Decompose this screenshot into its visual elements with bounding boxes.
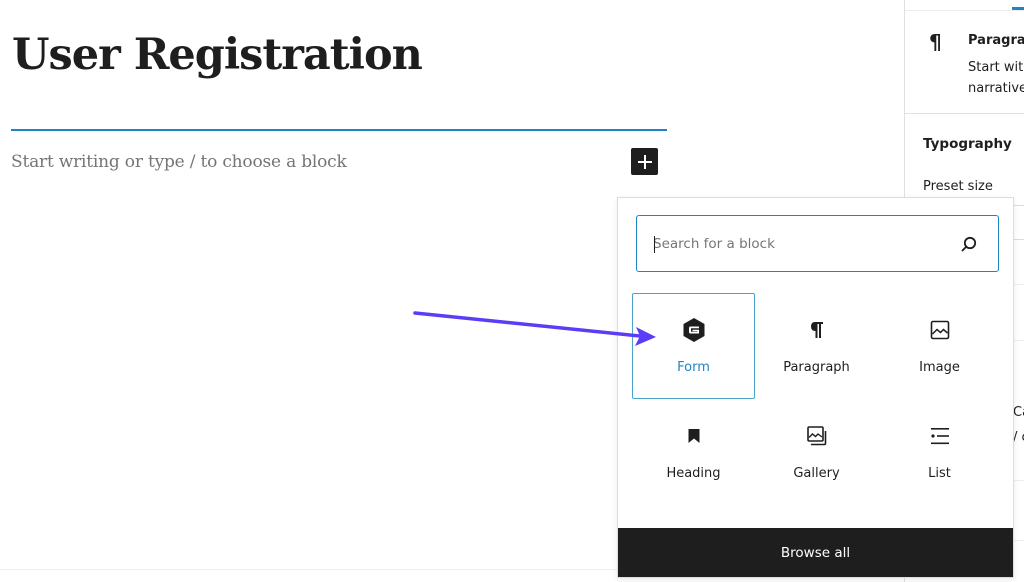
- footer-divider: [0, 569, 620, 570]
- block-card-description: Start with narrative: [968, 57, 1024, 99]
- paragraph-icon: ¶: [929, 30, 942, 54]
- block-item-label: Image: [919, 360, 960, 375]
- block-item-form[interactable]: Form: [632, 293, 755, 399]
- block-item-label: List: [928, 466, 951, 481]
- form-icon: [681, 317, 707, 343]
- block-item-heading[interactable]: Heading: [632, 399, 755, 505]
- gallery-icon: [804, 423, 830, 449]
- text-caret: [654, 236, 655, 253]
- block-placeholder[interactable]: Start writing or type / to choose a bloc…: [11, 152, 347, 172]
- truncated-sidebar-text: Ca: [1013, 405, 1024, 420]
- heading-icon: [681, 423, 707, 449]
- block-item-gallery[interactable]: Gallery: [755, 399, 878, 505]
- paragraph-icon: [804, 317, 830, 343]
- block-item-label: Paragraph: [783, 360, 850, 375]
- search-icon[interactable]: [959, 234, 979, 254]
- preset-size-label: Preset size: [923, 179, 993, 194]
- plus-icon: [637, 154, 652, 169]
- image-icon: [927, 317, 953, 343]
- sidebar-divider: [905, 113, 1024, 114]
- block-item-label: Gallery: [793, 466, 840, 481]
- block-search-field[interactable]: [636, 215, 999, 272]
- title-focus-underline: [11, 129, 667, 131]
- block-item-image[interactable]: Image: [878, 293, 1001, 399]
- list-icon: [927, 423, 953, 449]
- block-card-description-line: narrative: [968, 81, 1024, 96]
- block-card-title: Paragraph: [968, 33, 1024, 48]
- block-inserter-toggle-button[interactable]: [631, 148, 658, 175]
- block-item-paragraph[interactable]: Paragraph: [755, 293, 878, 399]
- truncated-sidebar-text: / c: [1013, 430, 1024, 445]
- sidebar-tabs-divider: [905, 10, 1024, 11]
- block-inserter-popover: Form Paragraph Image: [617, 197, 1014, 578]
- block-item-label: Heading: [666, 466, 721, 481]
- block-search-input[interactable]: [653, 216, 943, 271]
- block-item-list[interactable]: List: [878, 399, 1001, 505]
- browse-all-button[interactable]: Browse all: [618, 528, 1013, 577]
- block-card-description-line: Start with: [968, 60, 1024, 75]
- block-item-label: Form: [677, 360, 710, 375]
- typography-panel-title[interactable]: Typography: [923, 136, 1012, 152]
- page-title[interactable]: User Registration: [12, 30, 423, 80]
